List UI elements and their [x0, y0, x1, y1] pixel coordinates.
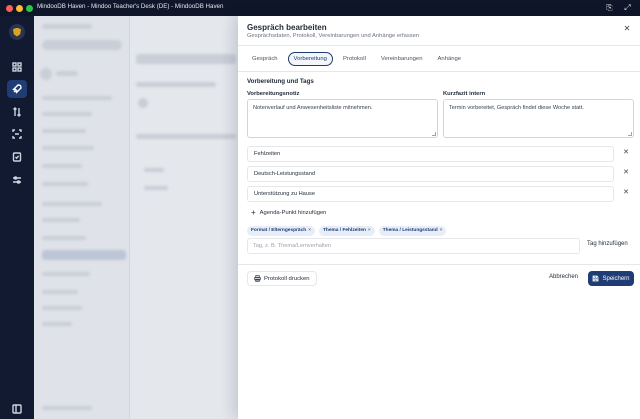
summary-value: Termin vorbereitet, Gespräch findet dies…	[449, 105, 584, 111]
print-protocol-button[interactable]: Protokoll drucken	[247, 271, 317, 286]
app-logo	[9, 24, 25, 40]
tab-vorbereitung[interactable]: Vorbereitung	[287, 52, 333, 66]
close-window-button[interactable]	[6, 4, 13, 12]
printer-icon	[254, 275, 261, 282]
prep-note-textarea[interactable]: Notenverlauf und Anwesenheitsliste mitne…	[247, 99, 438, 138]
tag-chip-label: Thema / Fehlzeiten	[323, 228, 366, 233]
resize-handle-icon[interactable]	[432, 132, 436, 136]
tag-chip[interactable]: Thema / Leistungsstand ×	[378, 226, 447, 236]
scan-icon	[12, 129, 22, 139]
remove-tag-icon[interactable]: ×	[308, 228, 311, 233]
cancel-button[interactable]: Abbrechen	[549, 274, 578, 280]
tag-chip[interactable]: Format / Elterngespräch ×	[247, 226, 315, 236]
tag-chip-label: Format / Elterngespräch	[251, 228, 307, 233]
document-check-icon	[12, 152, 22, 162]
tag-input[interactable]: Tag, z. B. Thema/Lernverhalten	[247, 238, 580, 254]
prep-note-value: Notenverlauf und Anwesenheitsliste mitne…	[253, 105, 373, 111]
agenda-item-input[interactable]: Deutsch-Leistungsstand	[247, 166, 614, 182]
add-agenda-button[interactable]: + Agenda-Punkt hinzufügen	[251, 209, 326, 217]
add-agenda-label: Agenda-Punkt hinzufügen	[259, 210, 327, 216]
remove-agenda-icon[interactable]: ✕	[621, 149, 631, 157]
remove-agenda-icon[interactable]: ✕	[621, 189, 631, 197]
rail-documents-button[interactable]	[7, 148, 27, 166]
window-titlebar: MindooDB Haven - Mindoo Teacher's Desk (…	[0, 0, 640, 16]
tab-gespraech[interactable]: Gespräch	[247, 53, 283, 65]
minimize-window-button[interactable]	[16, 4, 23, 12]
dialog-title: Gespräch bearbeiten	[247, 23, 327, 32]
background-sidebar	[34, 16, 130, 419]
rail-scan-button[interactable]	[7, 125, 27, 143]
tag-chips: Format / Elterngespräch × Thema / Fehlzei…	[247, 226, 450, 236]
plus-icon: +	[251, 208, 256, 217]
grid-icon	[12, 62, 22, 72]
rocket-icon	[12, 84, 22, 94]
remove-tag-icon[interactable]: ×	[440, 228, 443, 233]
agenda-item-input[interactable]: Unterstützung zu Hause	[247, 186, 614, 202]
tag-chip[interactable]: Thema / Fehlzeiten ×	[319, 226, 375, 236]
dialog-subtitle: Gesprächsdaten, Protokoll, Vereinbarunge…	[247, 33, 420, 39]
shield-logo-icon	[13, 27, 21, 37]
summary-textarea[interactable]: Termin vorbereitet, Gespräch findet dies…	[443, 99, 634, 138]
header-divider	[238, 45, 640, 46]
save-button[interactable]: Speichern	[588, 271, 634, 286]
fullscreen-icon[interactable]: ⤢	[623, 3, 632, 12]
resize-handle-icon[interactable]	[628, 132, 632, 136]
agenda-item-input[interactable]: Fehlzeiten	[247, 146, 614, 162]
print-protocol-label: Protokoll drucken	[264, 275, 310, 282]
zoom-window-button[interactable]	[26, 4, 33, 12]
rail-settings-button[interactable]	[7, 171, 27, 189]
prep-note-label: Vorbereitungsnotiz	[247, 91, 300, 97]
rail-sync-button[interactable]	[7, 103, 27, 121]
save-label: Speichern	[602, 275, 630, 282]
arrows-updown-icon	[13, 107, 21, 117]
rail-sidebar-toggle-button[interactable]	[7, 400, 27, 418]
summary-label: Kurzfazit intern	[443, 91, 486, 97]
remove-agenda-icon[interactable]: ✕	[621, 169, 631, 177]
add-tag-button[interactable]: Tag hinzufügen	[587, 241, 628, 247]
tag-chip-label: Thema / Leistungsstand	[382, 228, 438, 233]
save-icon	[593, 275, 599, 282]
dialog-tabs: Gespräch Vorbereitung Protokoll Vereinba…	[247, 52, 471, 66]
tab-protokoll[interactable]: Protokoll	[338, 53, 371, 65]
sidebar-toggle-icon	[12, 404, 22, 414]
close-icon[interactable]: ✕	[622, 24, 632, 33]
tabs-divider	[238, 71, 640, 72]
rail-dashboard-button[interactable]	[7, 58, 27, 76]
share-icon[interactable]: ⎘	[605, 3, 614, 12]
section-title: Vorbereitung und Tags	[247, 78, 314, 85]
sliders-icon	[13, 176, 21, 184]
remove-tag-icon[interactable]: ×	[368, 228, 371, 233]
rail-launch-button[interactable]	[7, 80, 27, 98]
footer-divider	[238, 264, 640, 265]
edit-conversation-dialog: Gespräch bearbeiten Gesprächsdaten, Prot…	[238, 16, 640, 419]
window-title: MindooDB Haven - Mindoo Teacher's Desk (…	[37, 3, 224, 10]
tab-anhaenge[interactable]: Anhänge	[432, 53, 466, 65]
app-rail	[0, 16, 34, 419]
tab-vereinbarungen[interactable]: Vereinbarungen	[376, 53, 428, 65]
